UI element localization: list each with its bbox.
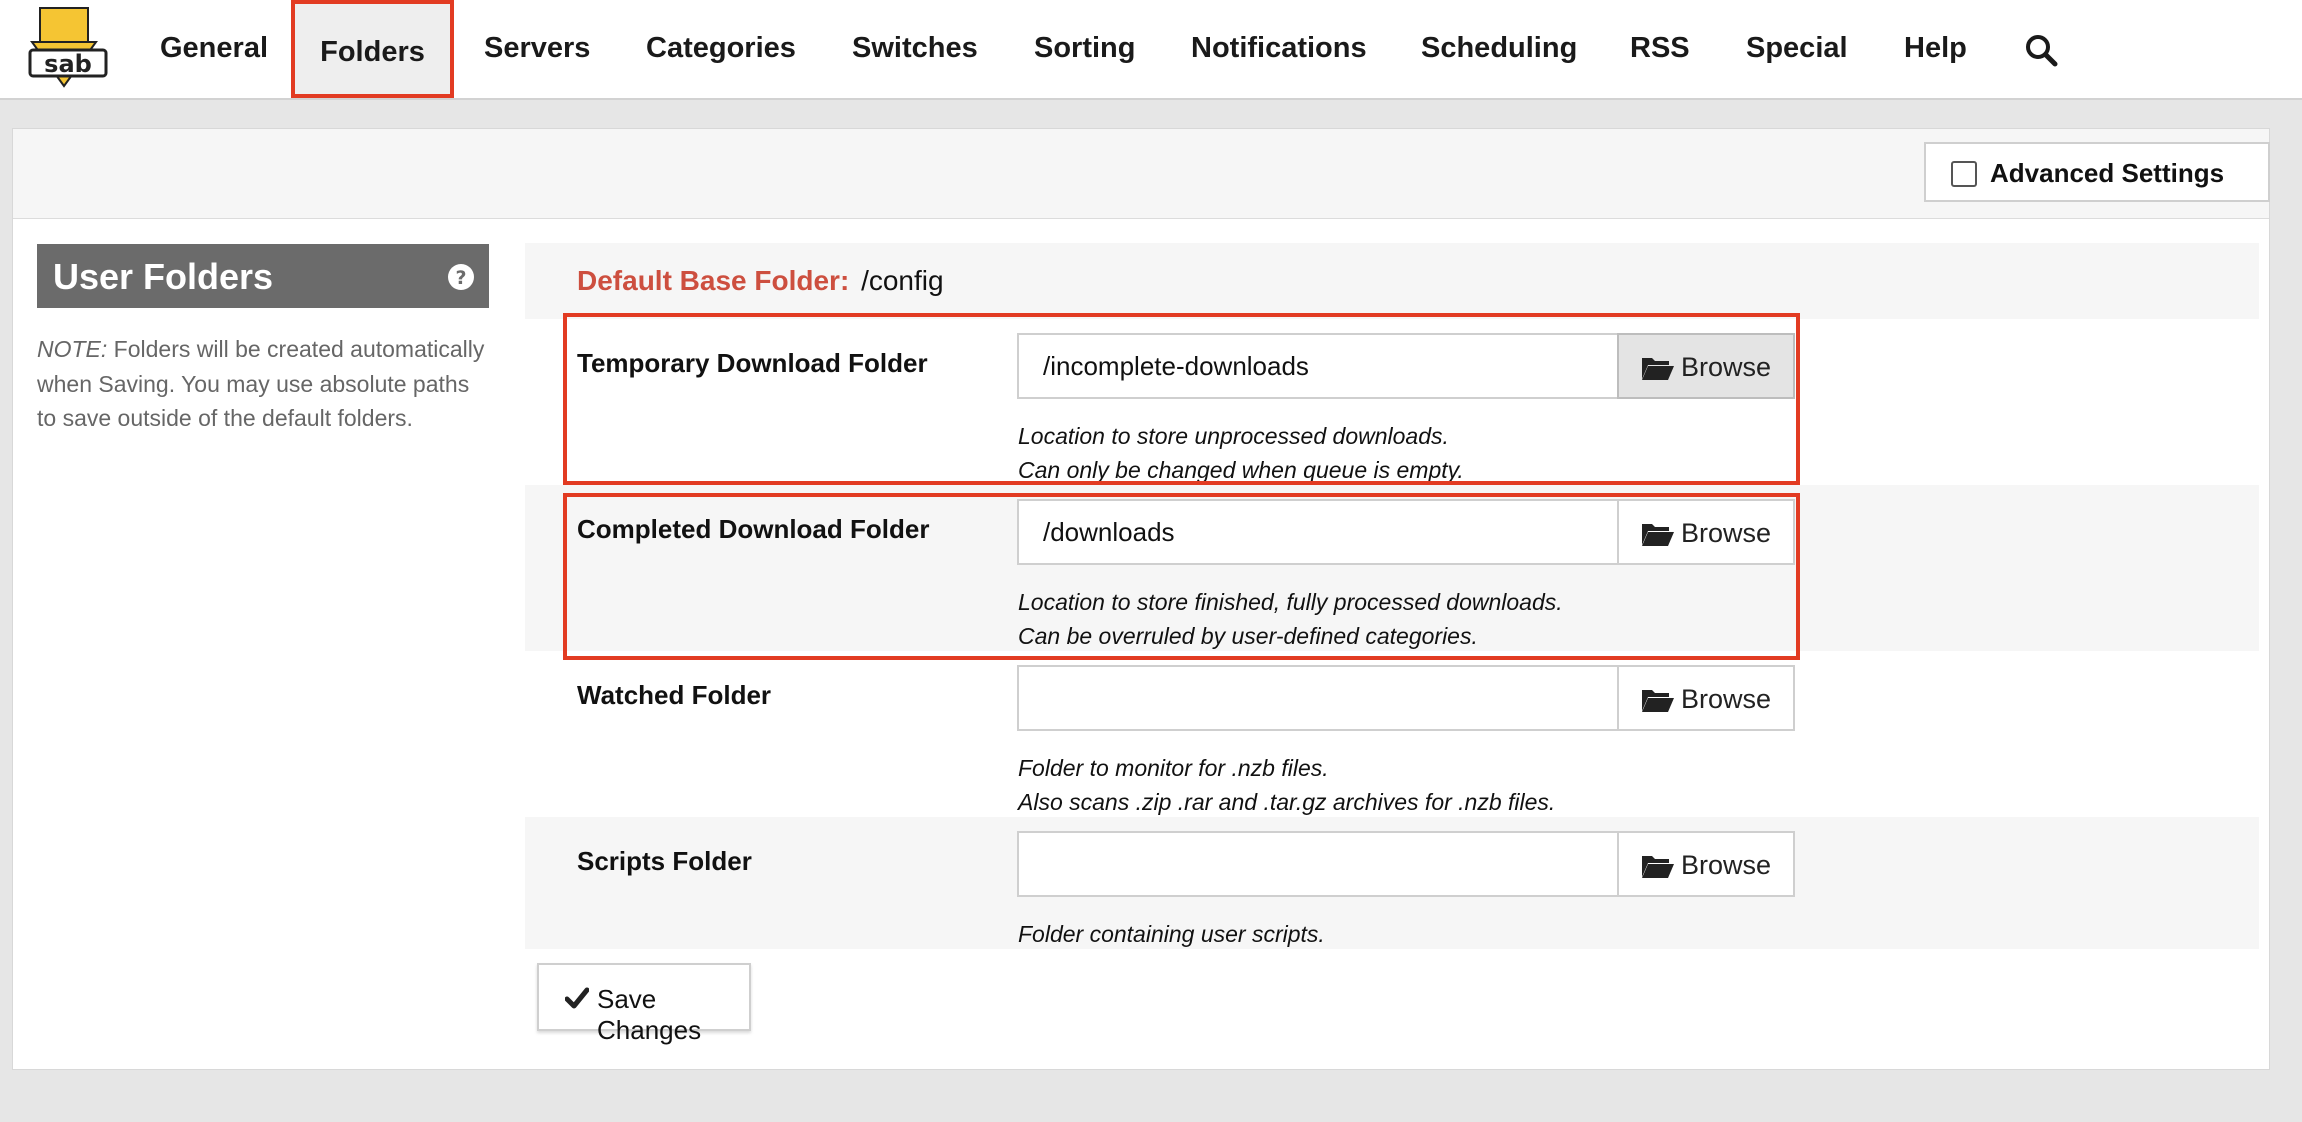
base-folder-label: Default Base Folder: /config — [577, 265, 944, 297]
watched-folder-browse-button[interactable]: Browse — [1617, 665, 1795, 731]
watched-folder-row: Watched Folder Browse Folder to monitor … — [525, 651, 2259, 817]
nav-general[interactable]: General — [160, 0, 268, 98]
folder-open-icon — [1642, 856, 1674, 878]
config-panel: Advanced Settings User Folders ? NOTE: F… — [12, 128, 2270, 1070]
section-title-text: User Folders — [53, 256, 274, 297]
logo-text: sab — [44, 50, 92, 78]
scripts-folder-input[interactable] — [1017, 831, 1617, 897]
help-icon[interactable]: ? — [447, 263, 475, 291]
watched-folder-description: Folder to monitor for .nzb files. Also s… — [1018, 751, 1555, 819]
nav-categories[interactable]: Categories — [646, 0, 796, 98]
watched-folder-input[interactable] — [1017, 665, 1617, 731]
nav-sorting[interactable]: Sorting — [1034, 0, 1136, 98]
advanced-settings-label: Advanced Settings — [1990, 158, 2225, 188]
nav-special[interactable]: Special — [1746, 0, 1848, 98]
panel-header: Advanced Settings — [13, 129, 2270, 219]
highlight-completed-folder — [563, 493, 1800, 660]
description-line: Also scans .zip .rar and .tar.gz archive… — [1018, 789, 1556, 815]
save-changes-button[interactable]: Save Changes — [537, 963, 751, 1045]
nav-servers[interactable]: Servers — [484, 0, 590, 98]
base-folder-label-text: Default Base Folder: — [577, 265, 850, 296]
base-folder-row: Default Base Folder: /config — [525, 243, 2259, 319]
note-prefix: NOTE: — [37, 336, 108, 362]
nav-scheduling[interactable]: Scheduling — [1421, 0, 1577, 98]
nav-notifications[interactable]: Notifications — [1191, 0, 1367, 98]
svg-text:?: ? — [455, 267, 466, 289]
section-title: User Folders ? — [37, 244, 489, 308]
nav-folders[interactable]: Folders — [291, 0, 454, 98]
browse-label: Browse — [1681, 850, 1772, 880]
watched-folder-label: Watched Folder — [577, 680, 772, 710]
nav-switches[interactable]: Switches — [852, 0, 978, 98]
description-line: Folder containing user scripts. — [1018, 921, 1325, 947]
sabnzbd-logo[interactable]: sab — [28, 6, 112, 90]
base-folder-value: /config — [861, 265, 944, 296]
top-navigation: sab General Folders Servers Categories S… — [0, 0, 2302, 100]
advanced-settings-toggle[interactable]: Advanced Settings — [1924, 142, 2270, 202]
nav-help[interactable]: Help — [1904, 0, 1967, 98]
save-changes-label: Save Changes — [597, 984, 702, 1045]
logo-icon: sab — [28, 7, 108, 88]
browse-label: Browse — [1681, 684, 1772, 714]
highlight-temporary-folder — [563, 313, 1800, 485]
advanced-settings-checkbox[interactable] — [1951, 161, 1977, 187]
scripts-folder-row: Scripts Folder Browse Folder containing … — [525, 817, 2259, 949]
nav-rss[interactable]: RSS — [1630, 0, 1690, 98]
description-line: Folder to monitor for .nzb files. — [1018, 755, 1329, 781]
search-icon[interactable] — [2024, 33, 2058, 67]
checkmark-icon — [565, 987, 589, 1009]
scripts-folder-description: Folder containing user scripts. — [1018, 917, 1325, 951]
folder-open-icon — [1642, 690, 1674, 712]
scripts-folder-browse-button[interactable]: Browse — [1617, 831, 1795, 897]
folders-note: NOTE: Folders will be created automatica… — [37, 332, 489, 436]
scripts-folder-label: Scripts Folder — [577, 846, 752, 876]
